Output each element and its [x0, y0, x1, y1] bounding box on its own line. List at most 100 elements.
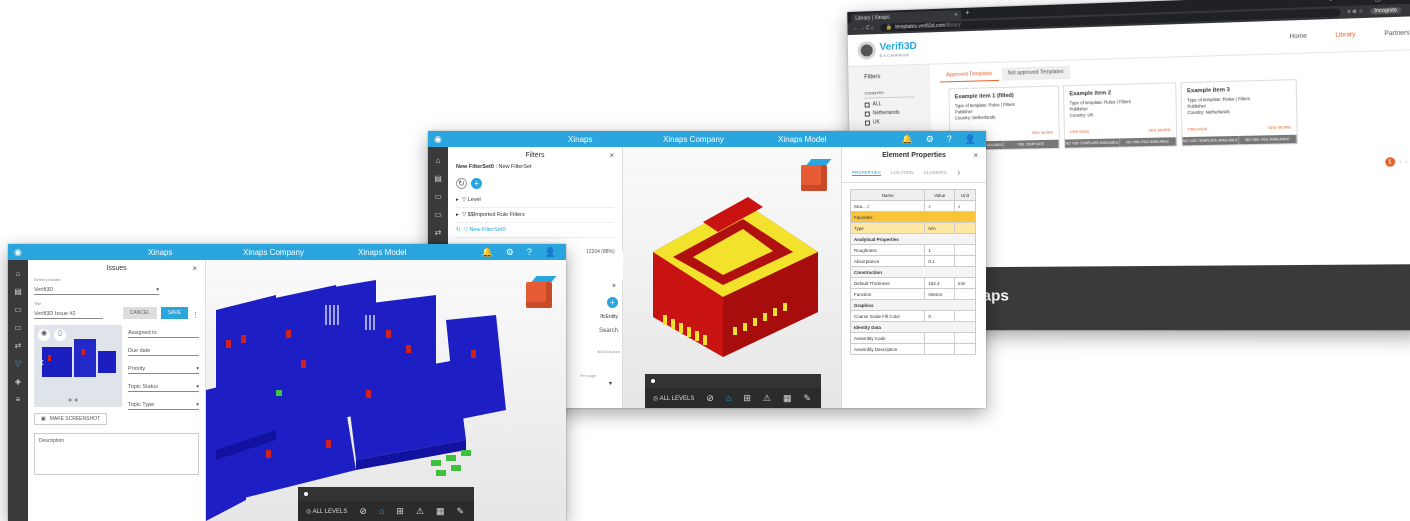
unit-search-input[interactable]: ⌕ [953, 200, 977, 212]
section-icon[interactable]: ⊞ [743, 393, 751, 404]
rail-share-icon[interactable]: ⇄ [428, 228, 448, 237]
group-header[interactable]: Graphics [850, 299, 976, 311]
property-row[interactable]: Favorites [850, 211, 976, 223]
markup-icon[interactable]: ✎ [457, 506, 465, 517]
rail-docs-icon[interactable]: ▤ [428, 174, 448, 183]
home-view-icon[interactable]: ⌂ [726, 393, 731, 403]
property-row[interactable]: Default Thickness 152.4 mm [849, 277, 977, 289]
country-checkbox-all[interactable]: ALL [864, 100, 915, 107]
rail-home-icon[interactable]: ⌂ [8, 269, 28, 278]
priority-select[interactable]: Priority ▾ [128, 361, 199, 374]
rail-folder-icon[interactable]: ▭ [8, 323, 28, 332]
nav-library[interactable]: Library [1335, 31, 1355, 38]
rail-share-icon[interactable]: ⇄ [8, 341, 28, 350]
gear-icon[interactable]: ⚙ [926, 134, 934, 145]
name-search-input[interactable]: Sea... ⌕ [849, 200, 926, 212]
property-row[interactable]: Coarse Scale Fill Color 0 [849, 310, 977, 322]
new-tab-button[interactable]: + [965, 10, 969, 17]
page-next-button[interactable]: › [1406, 158, 1408, 164]
screenshot-preview[interactable]: ◉ ▯ ‹ ● ● [34, 325, 122, 407]
grid-icon[interactable]: ▦ [783, 393, 792, 404]
cancel-button[interactable]: CANCEL [122, 307, 158, 319]
measure-icon[interactable]: ⚠ [763, 393, 771, 404]
group-header[interactable]: Construction [850, 266, 976, 278]
group-header[interactable]: Analytical Properties [850, 233, 976, 245]
rail-issues-icon[interactable]: ◈ [8, 377, 28, 386]
eye-icon[interactable]: ◉ [38, 329, 50, 341]
measure-icon[interactable]: ⚠ [416, 506, 424, 517]
company-label[interactable]: Xinaps Company [663, 135, 724, 144]
title-input[interactable]: Verifi3D Issue #2 [34, 306, 103, 319]
rail-folder-icon[interactable]: ▭ [8, 305, 28, 314]
hide-icon[interactable]: ⊘ [359, 506, 367, 517]
rail-list-icon[interactable]: ≡ [8, 395, 28, 404]
make-screenshot-button[interactable]: ▣ MAKE SCREENSHOT [34, 413, 108, 425]
tab-not-approved-templates[interactable]: Not approved Templates [1001, 65, 1070, 81]
bell-icon[interactable]: 🔔 [901, 134, 912, 145]
tree-item-imported[interactable]: ▸ ▽ $$Imported Rule Filters [456, 208, 614, 223]
gear-icon[interactable]: ⚙ [506, 247, 514, 258]
hide-icon[interactable]: ⊘ [706, 393, 714, 404]
model-label[interactable]: Xinaps Model [358, 248, 406, 257]
property-row[interactable]: Type N/A [849, 222, 977, 234]
all-levels-button[interactable]: ◎ ALL LEVELS [653, 395, 694, 402]
more-options-icon[interactable]: ⋮ [192, 311, 199, 319]
add-entity-button[interactable]: + [607, 297, 618, 308]
slider-handle[interactable] [304, 492, 308, 496]
property-row[interactable]: Analytical Properties [850, 233, 976, 245]
rail-home-icon[interactable]: ⌂ [428, 156, 448, 165]
browser-nav-buttons[interactable]: ← → C ⌂ [853, 25, 874, 32]
group-header[interactable]: Favorites [850, 211, 976, 223]
card-see-more-link[interactable]: SEE MORE [1148, 127, 1170, 134]
property-row[interactable]: Function Interior [849, 288, 977, 300]
property-row[interactable]: Roughness 1 [849, 244, 977, 256]
help-icon[interactable]: ? [527, 247, 532, 258]
chevron-down-icon[interactable]: ▾ [609, 380, 612, 387]
tab-properties[interactable]: PROPERTIES [852, 170, 881, 176]
rail-folder-icon[interactable]: ▭ [428, 210, 448, 219]
due-date-field[interactable]: Due date [128, 343, 199, 356]
card-preview-link[interactable]: PREVIEW [1070, 129, 1089, 136]
tree-item-new-filterset[interactable]: ↻ ▽ New FilterSet0 [456, 223, 614, 238]
country-checkbox-uk[interactable]: UK [864, 118, 915, 125]
property-row[interactable]: Graphics [850, 299, 976, 311]
close-icon[interactable]: × [612, 283, 616, 290]
add-filter-button[interactable]: + [471, 178, 482, 189]
toolbar-icons[interactable]: ≡ ⊕ ☆ [1347, 8, 1363, 15]
building-model[interactable] [623, 147, 841, 408]
card-see-more-link[interactable]: SEE MORE [1268, 124, 1291, 131]
nav-home[interactable]: Home [1289, 33, 1307, 40]
property-row[interactable]: Identity Data [850, 321, 976, 333]
group-header[interactable]: Identity Data [850, 321, 976, 333]
provider-select[interactable]: Verifi3D ▾ [34, 282, 159, 295]
card-v3d-button[interactable]: NO V3D TEMPLATE AVAILABLE [1182, 135, 1240, 146]
level-slider[interactable] [645, 374, 821, 388]
value-search-input[interactable]: ⌕ [924, 200, 955, 212]
3d-viewport[interactable]: ◎ ALL LEVELS ⊘ ⌂ ⊞ ⚠ ▦ ✎ [623, 147, 841, 408]
property-row[interactable]: Construction [850, 266, 976, 278]
grid-icon[interactable]: ▦ [436, 506, 445, 517]
template-card[interactable]: Example item 2 Type of template: Rules |… [1062, 82, 1178, 149]
tab-approved-templates[interactable]: Approved Templates [940, 67, 999, 83]
help-icon[interactable]: ? [947, 134, 952, 145]
rail-filter-icon[interactable]: ▽ [8, 359, 28, 368]
slider-handle[interactable] [651, 379, 655, 383]
refresh-icon[interactable]: ↻ [456, 178, 467, 189]
model-label[interactable]: Xinaps Model [778, 135, 826, 144]
user-icon[interactable]: 👤 [545, 247, 556, 258]
site-logo[interactable]: Verifi3D EXCHANGE [857, 39, 917, 60]
building-model[interactable] [206, 260, 566, 521]
rail-docs-icon[interactable]: ▤ [8, 287, 28, 296]
chevron-right-icon[interactable]: ❯ [957, 170, 961, 176]
chevron-left-icon[interactable]: ‹ [40, 355, 44, 369]
section-icon[interactable]: ⊞ [396, 506, 404, 517]
incognito-badge[interactable]: Incognito [1369, 7, 1402, 15]
company-label[interactable]: Xinaps Company [243, 248, 304, 257]
card-preview-link[interactable]: PREVIEW [1188, 126, 1208, 133]
user-icon[interactable]: 👤 [965, 134, 976, 145]
app-logo-icon[interactable]: ◉ [14, 247, 22, 258]
assigned-to-field[interactable]: Assigned to [128, 325, 199, 338]
card-xml-button[interactable]: NO XML FILE AVAILABLE [1239, 134, 1297, 145]
card-see-more-link[interactable]: SEE MORE [1032, 130, 1054, 137]
nav-partners[interactable]: Partners [1384, 30, 1409, 37]
